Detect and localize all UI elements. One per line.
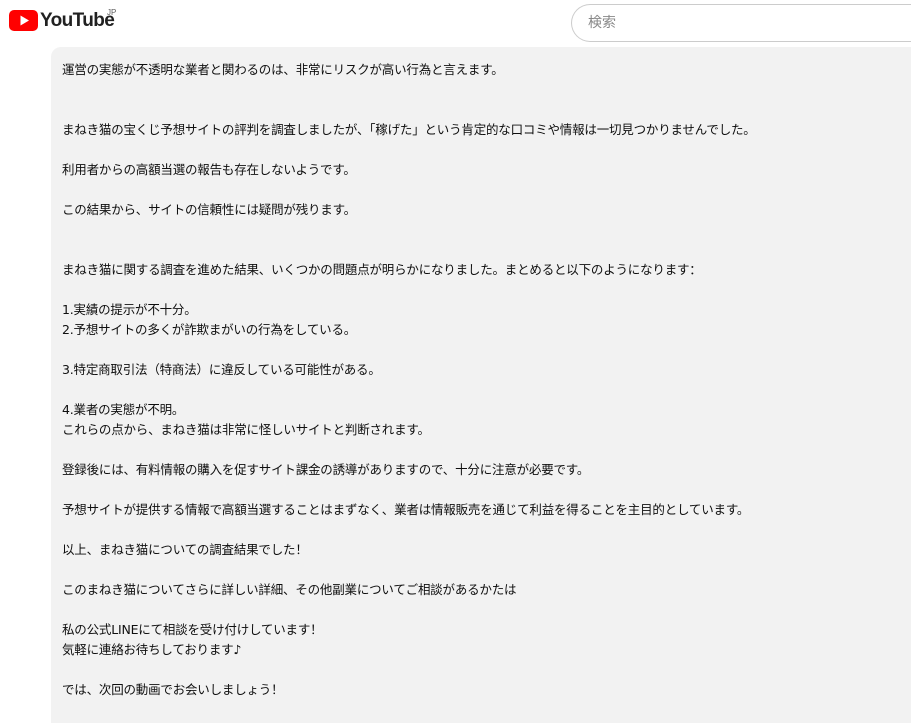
search-input[interactable] bbox=[588, 5, 888, 41]
description-line: 登録後には、有料情報の購入を促すサイト課金の誘導がありますので、十分に注意が必要… bbox=[62, 462, 590, 477]
description-line: 3.特定商取引法（特商法）に違反している可能性がある。 bbox=[62, 362, 381, 377]
description-line: では、次回の動画でお会いしましょう！ bbox=[62, 682, 284, 697]
logo-region-code: JP bbox=[107, 8, 117, 17]
youtube-logo[interactable]: YouTube bbox=[9, 10, 115, 31]
description-line: まねき猫の宝くじ予想サイトの評判を調査しましたが、「稼げた」という肯定的な口コミ… bbox=[62, 122, 756, 137]
description-line: 以上、まねき猫についての調査結果でした！ bbox=[62, 542, 308, 557]
youtube-play-icon bbox=[9, 10, 38, 31]
description-line: この結果から、サイトの信頼性には疑問が残ります。 bbox=[62, 202, 356, 217]
search-box[interactable] bbox=[571, 4, 911, 42]
description-line: 運営の実態が不透明な業者と関わるのは、非常にリスクが高い行為と言えます。 bbox=[62, 62, 504, 77]
logo-wordmark: YouTube bbox=[40, 10, 115, 31]
description-line: まねき猫に関する調査を進めた結果、いくつかの問題点が明らかになりました。まとめる… bbox=[62, 262, 702, 277]
masthead: YouTube JP bbox=[0, 0, 911, 47]
description-line: 予想サイトが提供する情報で高額当選することはまずなく、業者は情報販売を通じて利益… bbox=[62, 502, 750, 517]
description-line: これらの点から、まねき猫は非常に怪しいサイトと判断されます。 bbox=[62, 422, 430, 437]
description-line: 4.業者の実態が不明。 bbox=[62, 402, 185, 417]
description-line: 気軽に連絡お待ちしております♪ bbox=[62, 642, 242, 657]
description-line: 私の公式LINEにて相談を受け付けしています！ bbox=[62, 622, 323, 637]
description-line: 利用者からの高額当選の報告も存在しないようです。 bbox=[62, 162, 356, 177]
description-line: このまねき猫についてさらに詳しい詳細、その他副業についてご相談があるかたは bbox=[62, 582, 517, 597]
description-line: 2.予想サイトの多くが詐欺まがいの行為をしている。 bbox=[62, 322, 357, 337]
description-line: 1.実績の提示が不十分。 bbox=[62, 302, 197, 317]
